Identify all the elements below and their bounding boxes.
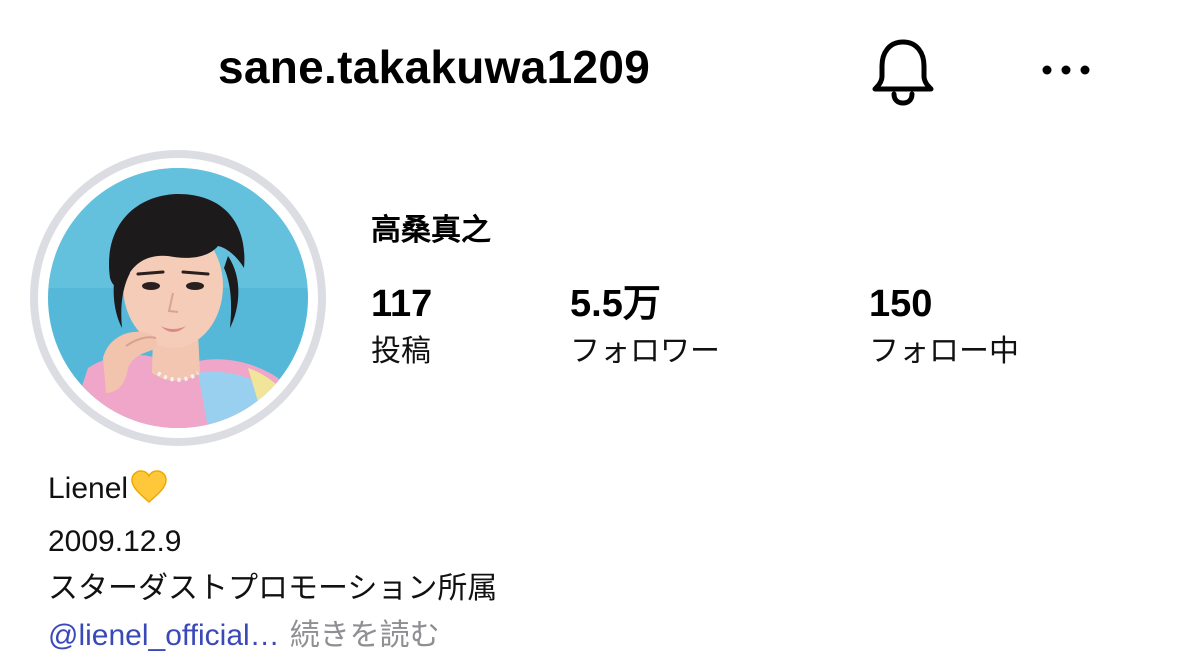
bio-line-2: 2009.12.9 <box>48 525 182 558</box>
bio-line-1: Lienel <box>48 465 497 518</box>
posts-label: 投稿 <box>371 335 431 368</box>
mention-link[interactable]: @lienel_official… <box>48 619 280 652</box>
read-more-link[interactable]: 続きを読む <box>290 619 440 652</box>
following-count: 150 <box>869 283 933 325</box>
posts-count: 117 <box>371 283 433 325</box>
followers-label: フォロワー <box>570 335 720 368</box>
username-title: sane.takakuwa1209 <box>218 41 651 93</box>
yellow-heart-icon <box>130 470 168 518</box>
following-label: フォロー中 <box>869 335 1019 368</box>
bio-group-name: Lienel <box>48 472 129 505</box>
bio-line-3: スターダストプロモーション所属 <box>48 572 498 605</box>
followers-stat[interactable]: 5.5万 フォロワー <box>570 282 720 372</box>
followers-count: 5.5万 <box>570 283 661 325</box>
display-name: 高桑真之 <box>371 214 491 247</box>
following-stat[interactable]: 150 フォロー中 <box>869 282 1019 372</box>
profile-header: sane.takakuwa1209 <box>0 0 1179 140</box>
bio-line-4: @lienel_official… 続きを読む <box>48 612 497 659</box>
avatar-ring <box>30 150 326 446</box>
more-options-icon[interactable] <box>1040 52 1092 88</box>
avatar[interactable] <box>48 168 308 428</box>
bell-icon[interactable] <box>870 36 936 106</box>
bio: Lienel 2009.12.9 スターダストプロモーション所属 @lienel… <box>48 465 497 659</box>
posts-stat[interactable]: 117 投稿 <box>371 282 432 372</box>
